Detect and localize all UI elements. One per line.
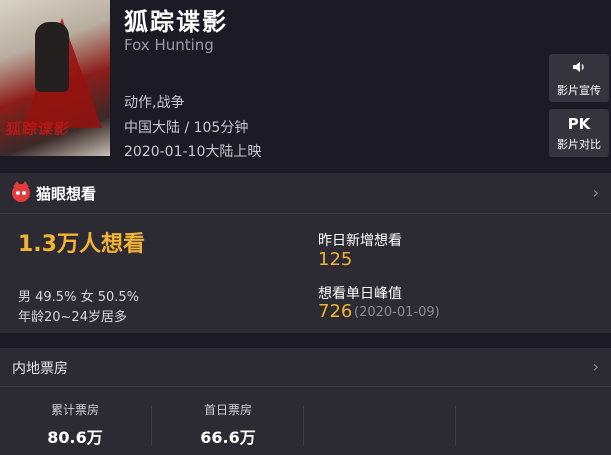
maoyan-cat-icon xyxy=(12,181,30,202)
box-office-title: 内地票房 xyxy=(12,361,68,377)
poster-title: 狐踪谍影 xyxy=(5,120,71,138)
box-office-header[interactable]: 内地票房 › xyxy=(0,348,611,387)
new-yesterday-label: 昨日新增想看 xyxy=(318,233,402,249)
compare-button[interactable]: PK 影片对比 xyxy=(549,109,609,157)
peak-value: 726 xyxy=(318,301,353,322)
first-day-label: 首日票房 xyxy=(203,403,252,417)
new-yesterday-value: 125 xyxy=(318,249,353,270)
cumulative-label: 累计票房 xyxy=(50,403,99,417)
divider xyxy=(303,406,304,446)
chevron-right-icon[interactable]: › xyxy=(593,357,599,376)
box-office-card: 内地票房 › 累计票房 80.6万 首日票房 66.6万 xyxy=(0,348,611,455)
promo-button[interactable]: 影片宣传 xyxy=(549,54,609,102)
first-day-value: 66.6万 xyxy=(200,428,256,447)
movie-genre: 动作,战争 xyxy=(124,95,185,111)
divider xyxy=(455,406,456,446)
movie-release-date: 2020-01-10大陆上映 xyxy=(124,144,262,160)
speaker-icon xyxy=(571,59,587,79)
movie-title: 狐踪谍影 xyxy=(124,8,228,36)
movie-poster[interactable]: 狐踪谍影 xyxy=(0,0,110,156)
age-distribution: 年龄20~24岁居多 xyxy=(18,310,127,325)
gender-split: 男 49.5% 女 50.5% xyxy=(18,290,139,305)
cumulative-box-office: 累计票房 80.6万 xyxy=(25,401,125,448)
pk-icon: PK xyxy=(567,114,591,133)
movie-region-duration: 中国大陆 / 105分钟 xyxy=(124,120,249,136)
total-want-count: 1.3万人想看 xyxy=(18,232,145,257)
want-to-see-header[interactable]: 猫眼想看 › xyxy=(0,173,611,214)
promo-label: 影片宣传 xyxy=(557,83,601,97)
cumulative-value: 80.6万 xyxy=(47,428,103,447)
movie-english-title: Fox Hunting xyxy=(124,36,214,54)
peak-label: 想看单日峰值 xyxy=(318,286,402,302)
first-day-box-office: 首日票房 66.6万 xyxy=(178,401,278,448)
chevron-right-icon[interactable]: › xyxy=(593,183,599,202)
poster-figure-graphic xyxy=(35,22,69,92)
peak-date: (2020-01-09) xyxy=(354,305,440,320)
divider xyxy=(151,406,152,446)
compare-label: 影片对比 xyxy=(557,137,601,151)
want-to-see-card: 猫眼想看 › 1.3万人想看 男 49.5% 女 50.5% 年龄20~24岁居… xyxy=(0,173,611,333)
want-to-see-title: 猫眼想看 xyxy=(36,185,97,203)
movie-header: 狐踪谍影 狐踪谍影 Fox Hunting 动作,战争 中国大陆 / 105分钟… xyxy=(0,0,611,170)
